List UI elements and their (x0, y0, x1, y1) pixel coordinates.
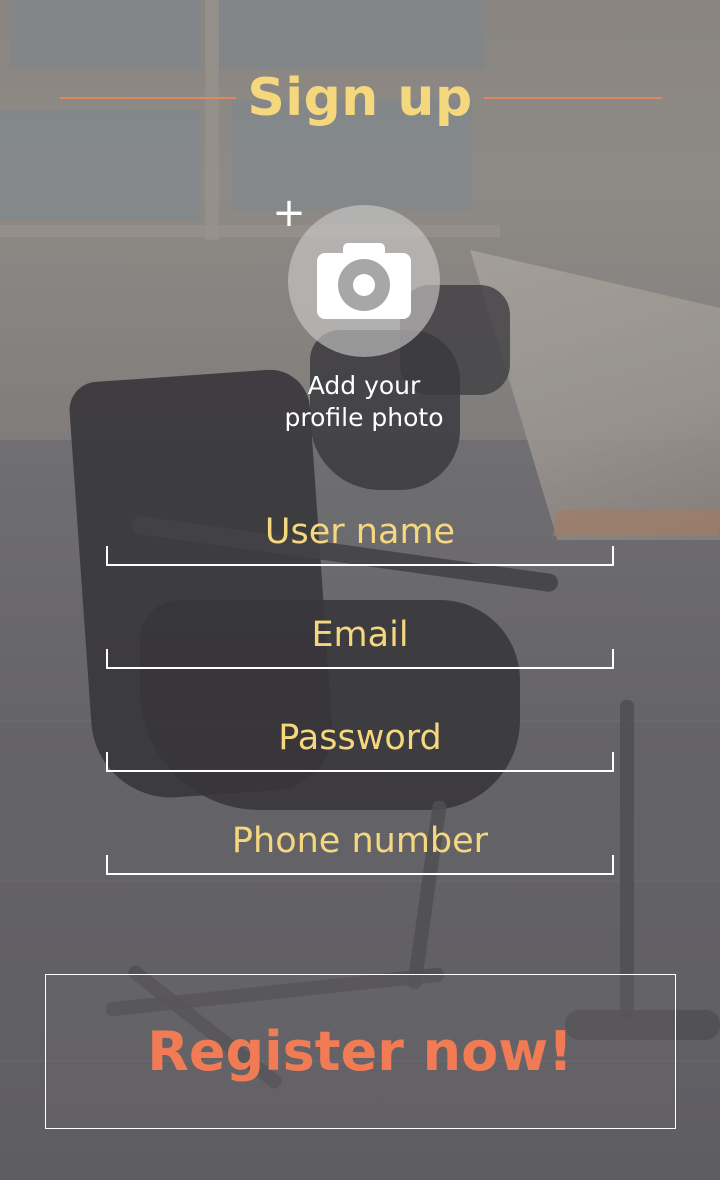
register-button-label: Register now! (147, 1020, 573, 1083)
profile-photo-label-line2: profile photo (284, 403, 444, 432)
username-field[interactable]: User name (106, 510, 614, 566)
phone-number-field[interactable]: Phone number (106, 819, 614, 875)
password-underline (106, 752, 614, 772)
email-underline (106, 649, 614, 669)
username-underline (106, 546, 614, 566)
password-field[interactable]: Password (106, 716, 614, 772)
page-title: Sign up (247, 68, 473, 128)
add-profile-photo-button[interactable] (288, 205, 440, 357)
register-button[interactable]: Register now! (45, 974, 676, 1129)
email-field[interactable]: Email (106, 613, 614, 669)
plus-icon[interactable]: + (272, 193, 306, 233)
profile-photo-label-line1: Add your (307, 371, 421, 400)
phone-number-underline (106, 855, 614, 875)
camera-icon (317, 243, 411, 319)
signup-screen: Sign up + Add your profile photo User na… (0, 0, 720, 1180)
